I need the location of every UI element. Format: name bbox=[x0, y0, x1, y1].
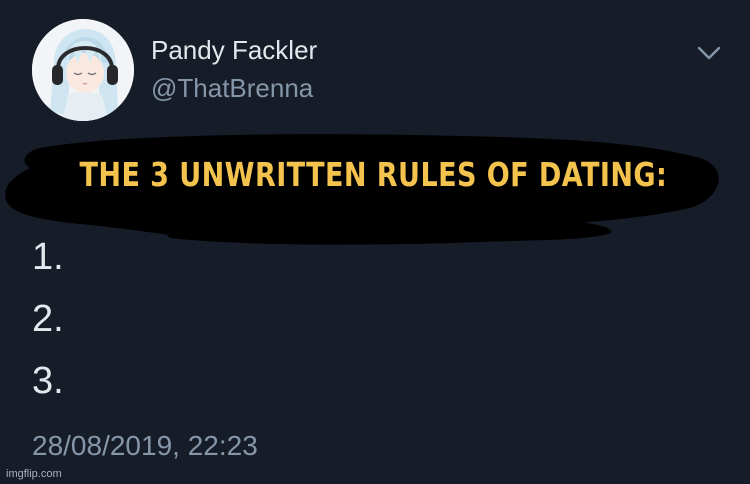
avatar-image bbox=[32, 19, 134, 121]
list-item: 2. bbox=[32, 298, 64, 340]
avatar[interactable] bbox=[32, 19, 134, 121]
chevron-down-icon[interactable] bbox=[696, 44, 722, 62]
watermark: imgflip.com bbox=[6, 468, 62, 480]
user-handle[interactable]: @ThatBrenna bbox=[151, 73, 313, 104]
list-item: 1. bbox=[32, 236, 64, 278]
tweet-timestamp[interactable]: 28/08/2019, 22:23 bbox=[32, 430, 258, 462]
display-name[interactable]: Pandy Fackler bbox=[151, 35, 317, 66]
tweet-card: Pandy Fackler @ThatBrenna THE 3 UNWRITTE… bbox=[0, 0, 750, 484]
list-item: 3. bbox=[32, 360, 64, 402]
tweet-headline: THE 3 UNWRITTEN RULES OF DATING: bbox=[79, 155, 668, 194]
